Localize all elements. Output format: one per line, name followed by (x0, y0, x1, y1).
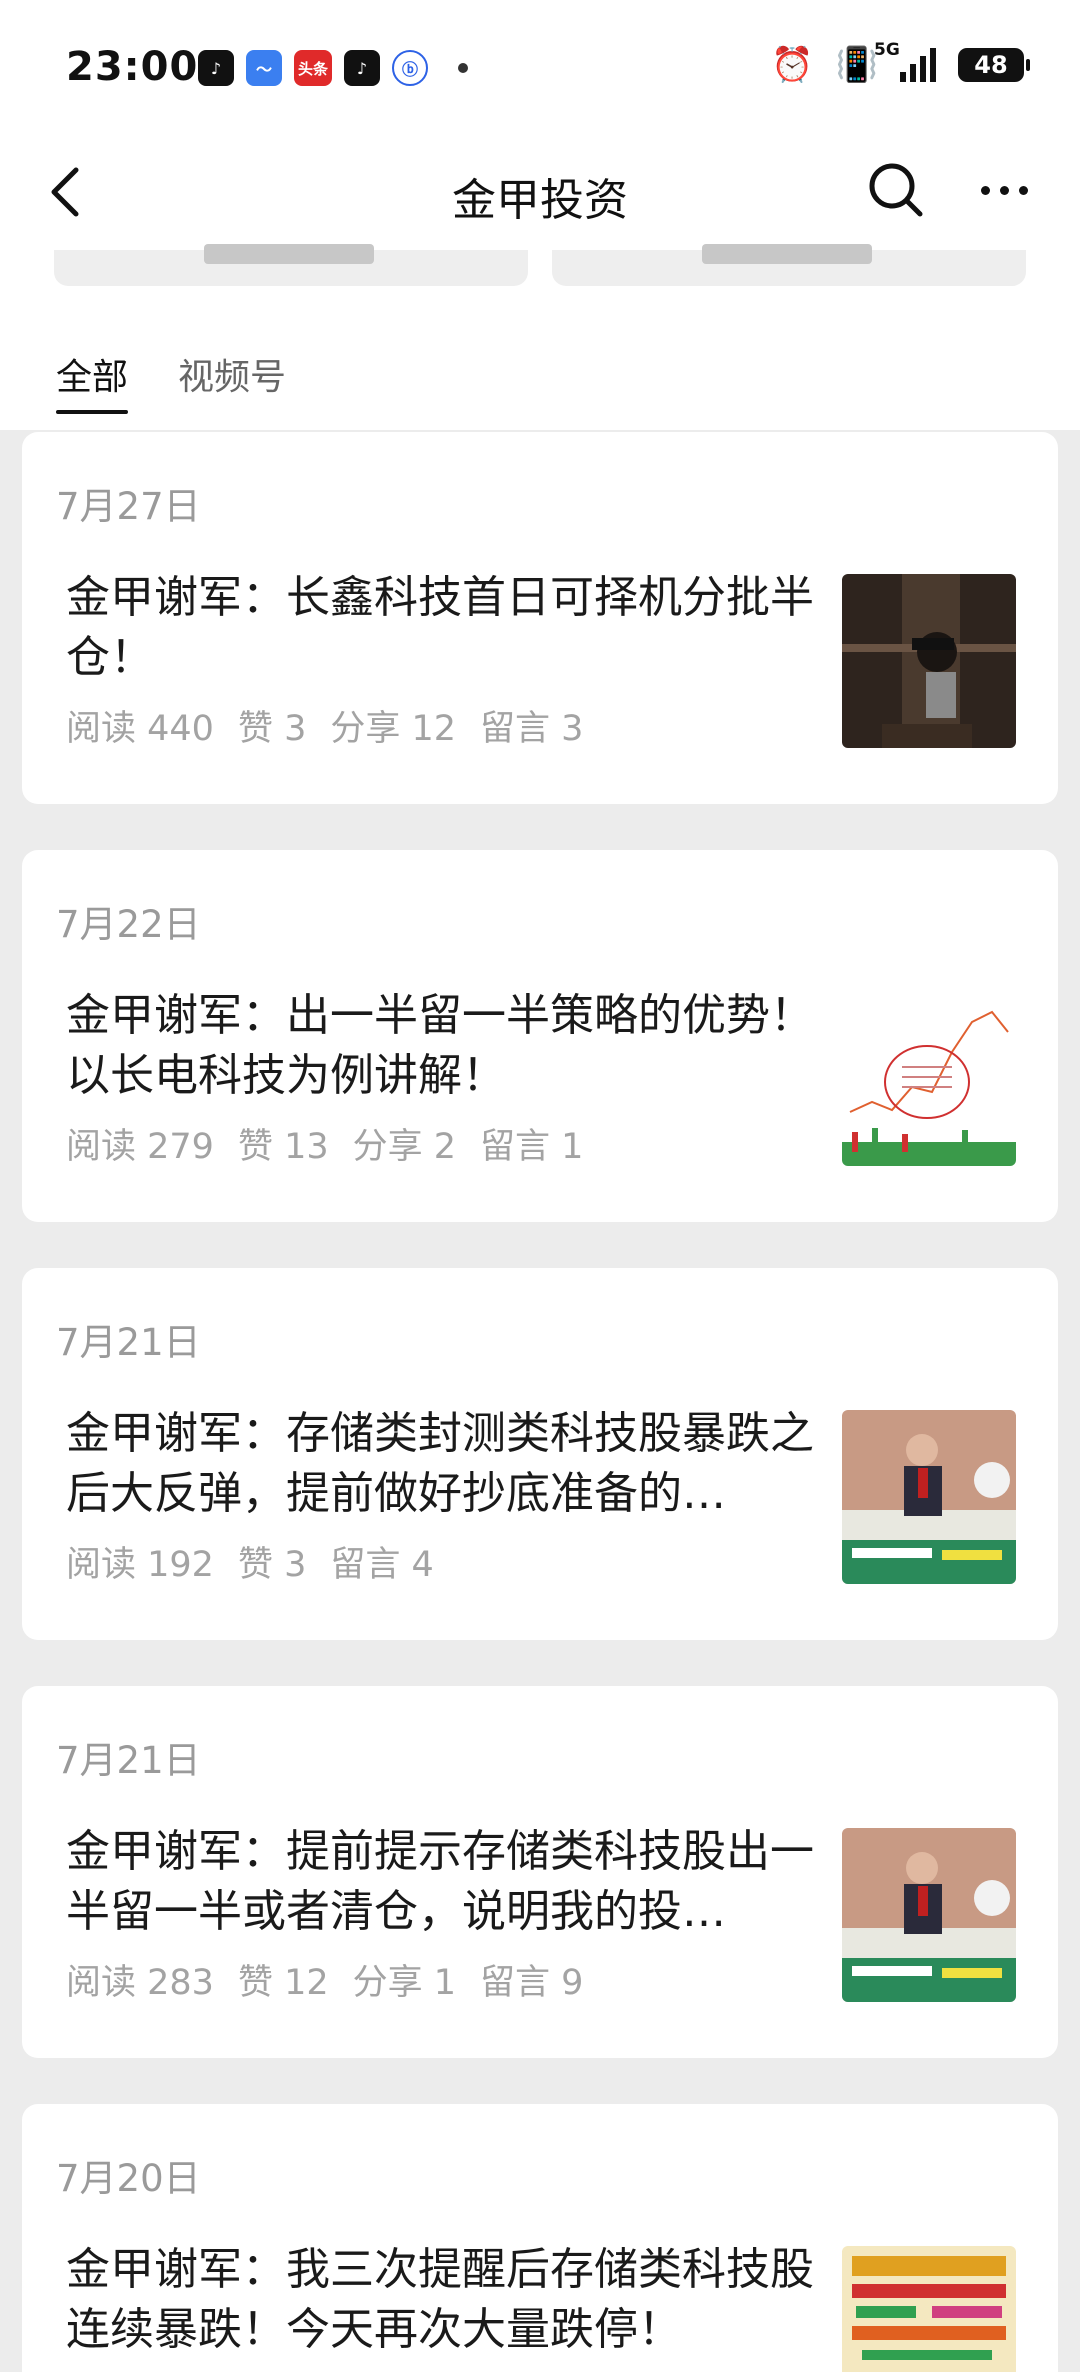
article-title[interactable]: 金甲谢军：出一半留一半策略的优势！以长电科技为例讲解！ (66, 986, 826, 1106)
like-count: 赞 3 (237, 1545, 307, 1585)
article-thumbnail[interactable] (842, 2246, 1016, 2372)
tab-all[interactable]: 全部 (56, 348, 129, 414)
toutiao-icon: 头条 (294, 50, 332, 86)
read-count: 阅读 283 (66, 1963, 214, 2003)
like-count: 赞 3 (237, 709, 307, 749)
message-button[interactable] (54, 244, 528, 286)
article-stats: 阅读 192 赞 3 留言 4 (66, 1536, 434, 1587)
article-title[interactable]: 金甲谢军：提前提示存储类科技股出一半留一半或者清仓，说明我的投… (66, 1822, 826, 1942)
like-count: 赞 12 (237, 1963, 329, 2003)
alarm-icon: ⏰ (771, 45, 814, 85)
share-count: 分享 2 (352, 1127, 457, 1167)
share-count: 分享 12 (330, 709, 457, 749)
profile-header: 全部 视频号 (0, 244, 1080, 430)
article-thumbnail[interactable] (842, 574, 1016, 748)
article-date: 7月21日 (56, 1739, 201, 1782)
article-card[interactable]: 7月21日 金甲谢军：存储类封测类科技股暴跌之后大反弹，提前做好抄底准备的… 阅… (22, 1268, 1058, 1640)
article-card[interactable]: 7月20日 金甲谢军：我三次提醒后存储类科技股连续暴跌！今天再次大量跌停！ (22, 2104, 1058, 2372)
blue-app-icon: 〜 (246, 50, 282, 86)
tab-channels[interactable]: 视频号 (178, 348, 286, 414)
more-icon[interactable] (972, 160, 1036, 220)
article-date: 7月22日 (56, 903, 201, 946)
article-date: 7月27日 (56, 485, 201, 528)
content-tabs: 全部 视频号 (56, 348, 286, 414)
article-stats: 阅读 279 赞 13 分享 2 留言 1 (66, 1118, 583, 1169)
battery-icon: 48 (958, 48, 1030, 82)
article-card[interactable]: 7月27日 金甲谢军：长鑫科技首日可择机分批半仓！ 阅读 440 赞 3 分享 … (22, 432, 1058, 804)
battery-level: 48 (974, 51, 1008, 79)
baidu-icon: ⓑ (392, 50, 428, 86)
douyin-icon: ♪ (344, 50, 380, 86)
read-count: 阅读 192 (66, 1545, 214, 1585)
network-type: 5G (874, 40, 900, 60)
read-count: 阅读 279 (66, 1127, 214, 1167)
nav-bar: 金甲投资 (0, 140, 1080, 250)
comment-count: 留言 9 (480, 1963, 584, 2003)
status-bar: 23:00 ♪ 〜 头条 ♪ ⓑ ⏰ 📳 5G 48 (0, 0, 1080, 140)
search-icon[interactable] (864, 158, 928, 222)
article-thumbnail[interactable] (842, 1828, 1016, 2002)
article-title[interactable]: 金甲谢军：我三次提醒后存储类科技股连续暴跌！今天再次大量跌停！ (66, 2240, 826, 2360)
follow-button[interactable] (552, 244, 1026, 286)
comment-count: 留言 4 (330, 1545, 434, 1585)
douyin-icon: ♪ (198, 50, 234, 86)
article-card[interactable]: 7月22日 金甲谢军：出一半留一半策略的优势！以长电科技为例讲解！ 阅读 279… (22, 850, 1058, 1222)
status-indicators: ⏰ 📳 5G 48 (771, 40, 1030, 85)
article-stats: 阅读 283 赞 12 分享 1 留言 9 (66, 1954, 583, 2005)
signal-icon: 5G (874, 40, 936, 82)
read-count: 阅读 440 (66, 709, 214, 749)
article-thumbnail[interactable] (842, 992, 1016, 1166)
like-count: 赞 13 (237, 1127, 329, 1167)
article-title[interactable]: 金甲谢军：存储类封测类科技股暴跌之后大反弹，提前做好抄底准备的… (66, 1404, 826, 1524)
article-date: 7月20日 (56, 2157, 201, 2200)
article-date: 7月21日 (56, 1321, 201, 1364)
article-title[interactable]: 金甲谢军：长鑫科技首日可择机分批半仓！ (66, 568, 826, 688)
article-card[interactable]: 7月21日 金甲谢军：提前提示存储类科技股出一半留一半或者清仓，说明我的投… 阅… (22, 1686, 1058, 2058)
vibrate-icon: 📳 (835, 45, 878, 85)
comment-count: 留言 3 (480, 709, 584, 749)
more-notifications-dot (458, 63, 468, 73)
share-count: 分享 1 (352, 1963, 457, 2003)
comment-count: 留言 1 (480, 1127, 584, 1167)
status-time: 23:00 (66, 44, 199, 90)
article-stats: 阅读 440 赞 3 分享 12 留言 3 (66, 700, 583, 751)
article-thumbnail[interactable] (842, 1410, 1016, 1584)
notification-app-icons: ♪ 〜 头条 ♪ ⓑ (198, 50, 468, 86)
